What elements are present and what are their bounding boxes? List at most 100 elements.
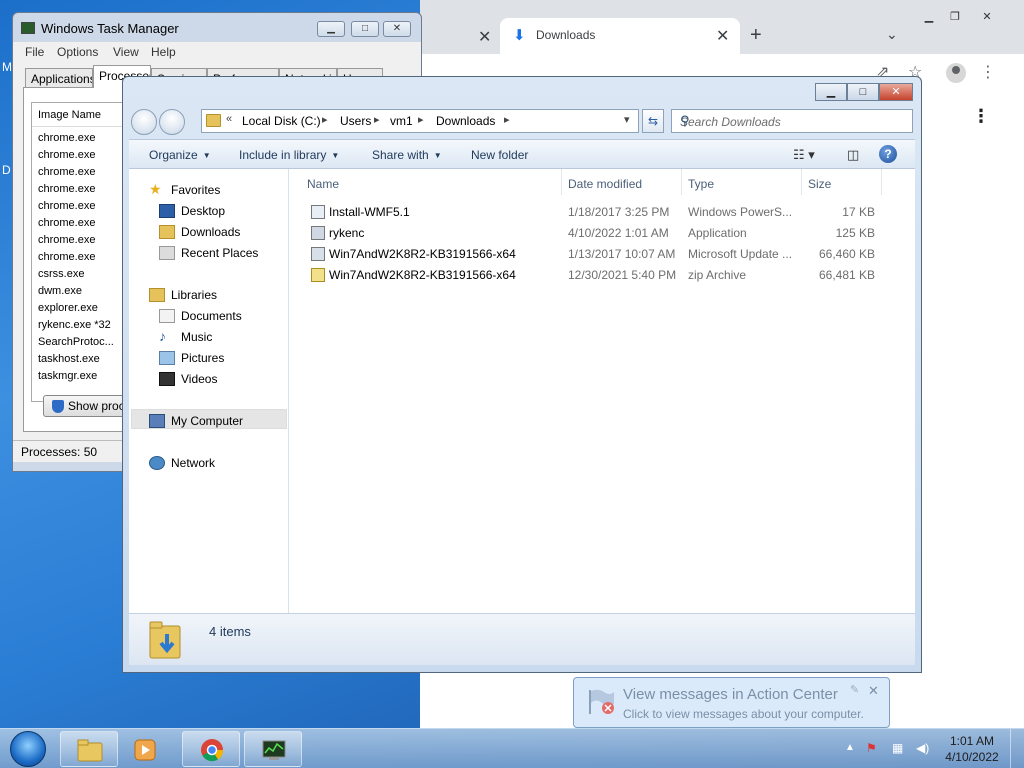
close-icon[interactable]: ✕ xyxy=(716,26,729,46)
process-row[interactable]: taskhost.exe xyxy=(38,353,100,365)
process-row[interactable]: chrome.exe xyxy=(38,234,95,246)
process-row[interactable]: taskmgr.exe xyxy=(38,370,97,382)
process-row[interactable]: explorer.exe xyxy=(38,302,98,314)
new-tab-icon[interactable]: + xyxy=(750,24,762,47)
taskbar-task-manager[interactable] xyxy=(244,731,302,767)
volume-icon[interactable]: ◀) xyxy=(916,741,930,755)
network-icon[interactable]: ▦ xyxy=(892,741,906,755)
process-row[interactable]: chrome.exe xyxy=(38,183,95,195)
process-row[interactable]: chrome.exe xyxy=(38,132,95,144)
documents-icon xyxy=(159,309,175,323)
back-arrow-icon[interactable] xyxy=(131,109,157,135)
chevron-right-icon[interactable]: ▸ xyxy=(322,113,328,126)
search-icon[interactable]: ⚲ xyxy=(680,113,906,129)
menu-help[interactable]: Help xyxy=(151,45,176,59)
menu-options[interactable]: Options xyxy=(57,45,98,59)
breadcrumb-local-disk[interactable]: Local Disk (C:) xyxy=(242,114,321,128)
column-header-type[interactable]: Type xyxy=(688,177,714,191)
recent-places-icon xyxy=(159,246,175,260)
column-header-date[interactable]: Date modified xyxy=(568,177,642,191)
clock-date: 4/10/2022 xyxy=(945,750,999,764)
process-row[interactable]: chrome.exe xyxy=(38,149,95,161)
forward-arrow-icon[interactable] xyxy=(159,109,185,135)
column-header-name[interactable]: Name xyxy=(307,177,339,191)
minimize-icon[interactable]: ▁ xyxy=(815,83,847,101)
chrome-tab-inactive[interactable]: ✕ xyxy=(420,18,500,54)
taskbar-explorer[interactable] xyxy=(60,731,118,767)
close-icon[interactable]: ✕ xyxy=(478,27,491,47)
new-folder-button[interactable]: New folder xyxy=(471,148,528,162)
tab-applications[interactable]: Applications xyxy=(25,68,93,88)
taskbar-media-player[interactable] xyxy=(121,731,167,767)
show-hidden-icons-icon[interactable]: ▲ xyxy=(845,742,855,753)
process-row[interactable]: chrome.exe xyxy=(38,200,95,212)
organize-button[interactable]: Organize ▼ xyxy=(149,148,211,162)
profile-avatar[interactable] xyxy=(946,63,966,83)
file-row[interactable]: Win7AndW2K8R2-KB3191566-x64 1/13/2017 10… xyxy=(289,244,915,265)
process-row[interactable]: chrome.exe xyxy=(38,166,95,178)
column-divider[interactable] xyxy=(881,169,882,195)
computer-icon xyxy=(149,414,165,428)
minimize-icon[interactable]: ▁ xyxy=(317,21,345,37)
breadcrumb-users[interactable]: Users xyxy=(340,114,371,128)
process-row[interactable]: SearchProtoc... xyxy=(38,336,114,348)
file-size: 66,460 KB xyxy=(819,247,876,261)
close-icon[interactable]: ✕ xyxy=(974,10,1000,28)
action-center-flag-icon[interactable]: ⚑ xyxy=(866,741,880,755)
chevron-right-icon[interactable]: ▸ xyxy=(504,113,510,126)
action-center-notification[interactable]: View messages in Action Center Click to … xyxy=(573,677,890,728)
file-row[interactable]: rykenc 4/10/2022 1:01 AM Application 125… xyxy=(289,223,915,244)
process-row[interactable]: chrome.exe xyxy=(38,217,95,229)
process-row[interactable]: chrome.exe xyxy=(38,251,95,263)
column-divider[interactable] xyxy=(681,169,682,195)
file-row[interactable]: Install-WMF5.1 1/18/2017 3:25 PM Windows… xyxy=(289,202,915,223)
help-icon[interactable]: ? xyxy=(879,145,897,163)
breadcrumb-downloads[interactable]: Downloads xyxy=(436,114,495,128)
folder-icon xyxy=(77,739,103,762)
maximize-icon[interactable]: □ xyxy=(351,21,379,37)
menu-file[interactable]: File xyxy=(25,45,44,59)
show-desktop-button[interactable] xyxy=(1010,729,1024,768)
refresh-icon[interactable]: ⇆ xyxy=(642,109,664,133)
file-row[interactable]: Win7AndW2K8R2-KB3191566-x64 12/30/2021 5… xyxy=(289,265,915,286)
preview-pane-icon[interactable]: ◫ xyxy=(847,147,859,163)
view-options-icon[interactable]: ☷ ▾ xyxy=(793,147,815,163)
system-clock[interactable]: 1:01 AM 4/10/2022 xyxy=(944,733,1000,765)
settings-icon[interactable]: ✎ xyxy=(850,683,859,696)
overflow-icon[interactable]: « xyxy=(226,113,232,125)
chevron-down-icon[interactable]: ▾ xyxy=(624,113,630,126)
menu-view[interactable]: View xyxy=(113,45,139,59)
column-divider[interactable] xyxy=(561,169,562,195)
close-icon[interactable]: ✕ xyxy=(879,83,913,101)
kebab-menu-icon[interactable]: ⋮ xyxy=(972,106,990,127)
file-date: 4/10/2022 1:01 AM xyxy=(568,226,669,240)
nav-label: My Computer xyxy=(171,414,244,428)
nav-label: Music xyxy=(181,330,213,344)
minimize-icon[interactable]: ▁ xyxy=(916,10,942,28)
process-row[interactable]: csrss.exe xyxy=(38,268,84,280)
tab-search-icon[interactable]: ⌄ xyxy=(886,26,898,43)
close-icon[interactable]: ✕ xyxy=(383,21,411,37)
chevron-right-icon[interactable]: ▸ xyxy=(374,113,380,126)
chevron-down-icon: ▼ xyxy=(433,151,442,160)
start-button[interactable] xyxy=(6,731,50,767)
share-with-button[interactable]: Share with ▼ xyxy=(372,148,442,162)
search-input[interactable]: Search Downloads ⚲ xyxy=(671,109,913,133)
process-row[interactable]: dwm.exe xyxy=(38,285,82,297)
nav-label: Libraries xyxy=(171,288,218,302)
kebab-menu-icon[interactable]: ⋮ xyxy=(980,62,996,82)
taskbar-chrome[interactable] xyxy=(182,731,240,767)
window-title: Windows Task Manager xyxy=(41,21,179,36)
include-in-library-button[interactable]: Include in library ▼ xyxy=(239,148,339,162)
breadcrumb-vm1[interactable]: vm1 xyxy=(390,114,413,128)
close-icon[interactable]: ✕ xyxy=(868,683,879,699)
chevron-right-icon[interactable]: ▸ xyxy=(418,113,424,126)
process-row[interactable]: rykenc.exe *32 xyxy=(38,319,111,331)
maximize-icon[interactable]: □ xyxy=(847,83,879,101)
chrome-icon xyxy=(201,739,224,762)
chrome-tab-downloads[interactable]: ⬇ Downloads ✕ xyxy=(500,18,740,54)
address-bar[interactable]: « Local Disk (C:) ▸ Users ▸ vm1 ▸ Downlo… xyxy=(201,109,639,133)
column-divider[interactable] xyxy=(801,169,802,195)
restore-icon[interactable]: ❐ xyxy=(942,10,968,28)
column-header-size[interactable]: Size xyxy=(808,177,831,191)
